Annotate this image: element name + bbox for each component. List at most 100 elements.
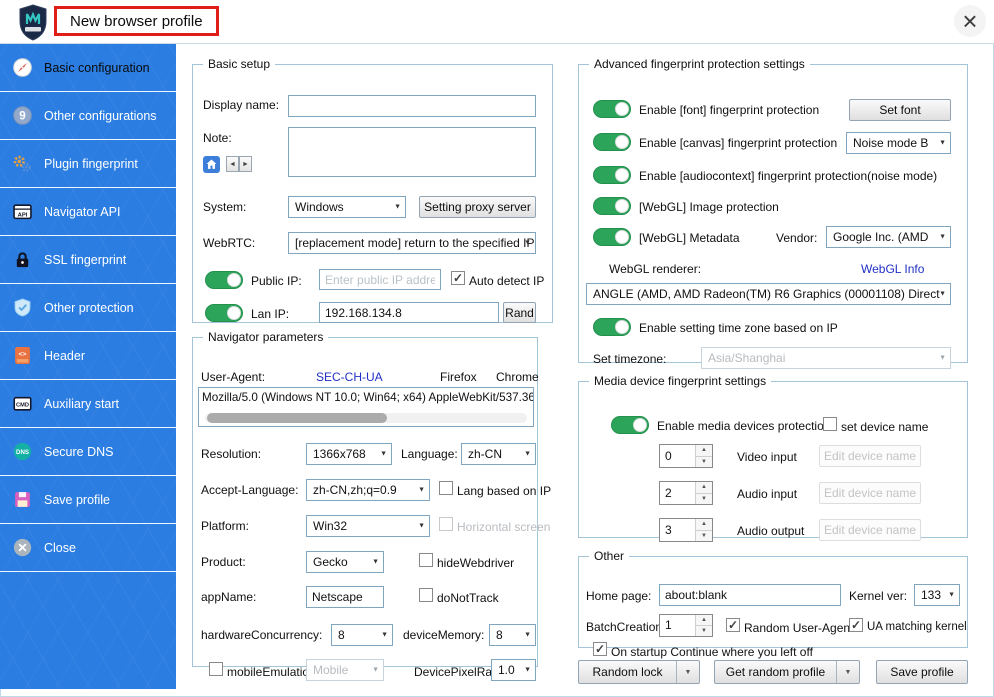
sidebar-item-secure-dns[interactable]: DNS Secure DNS [0,428,176,476]
up-arrow-icon[interactable]: ▲ [695,445,712,457]
home-icon[interactable] [203,156,220,173]
webgl-info-link[interactable]: WebGL Info [861,262,924,276]
up-arrow-icon[interactable]: ▲ [695,615,712,626]
audio-output-stepper[interactable]: 3 ▲ ▼ [659,518,713,542]
edit-device-name-label: Edit device name [823,449,917,463]
random-user-agent-checkbox[interactable]: ✓ [726,618,740,632]
scrollbar-thumb[interactable] [207,413,388,423]
down-arrow-icon[interactable]: ▼ [695,493,712,504]
get-random-profile-button[interactable]: Get random profile ▼ [714,660,860,684]
chrome-link[interactable]: Chrome [496,370,539,384]
close-button[interactable]: × [954,5,986,37]
lan-ip-toggle[interactable] [205,304,243,322]
dropdown-arrow-icon[interactable]: ▼ [676,661,699,683]
user-agent-input[interactable]: Mozilla/5.0 (Windows NT 10.0; Win64; x64… [198,387,534,427]
device-memory-select[interactable]: 8 ▼ [489,624,536,646]
sidebar-item-navigator-api[interactable]: API Navigator API [0,188,176,236]
home-page-input[interactable] [659,584,841,606]
do-not-track-checkbox[interactable] [419,588,433,602]
webgl-renderer-select[interactable]: ANGLE (AMD, AMD Radeon(TM) R6 Graphics (… [586,283,951,305]
sec-ch-ua-link[interactable]: SEC-CH-UA [316,370,383,384]
note-prev-button[interactable]: ◄ [226,156,239,172]
media-protection-toggle[interactable] [611,416,649,434]
sidebar-item-save-profile[interactable]: Save profile [0,476,176,524]
dropdown-arrow-icon: ▼ [418,522,425,530]
firefox-link[interactable]: Firefox [440,370,477,384]
down-arrow-icon[interactable]: ▼ [695,626,712,636]
note-next-button[interactable]: ► [239,156,252,172]
hardware-concurrency-select[interactable]: 8 ▼ [331,624,393,646]
save-profile-button[interactable]: Save profile [876,660,968,684]
display-name-label: Display name: [203,98,280,112]
ua-matching-kernel-label: UA matching kernel [867,621,967,633]
audio-input-stepper[interactable]: 2 ▲ ▼ [659,481,713,505]
down-arrow-icon[interactable]: ▼ [695,456,712,467]
webrtc-select[interactable]: [replacement mode] return to the specifi… [288,232,536,254]
random-lock-button[interactable]: Random lock ▼ [578,660,700,684]
lan-ip-input[interactable] [319,302,499,323]
webgl-image-toggle[interactable] [593,197,631,215]
sidebar-item-plugin-fingerprint[interactable]: Plugin fingerprint [0,140,176,188]
up-arrow-icon[interactable]: ▲ [695,519,712,531]
accept-language-select[interactable]: zh-CN,zh;q=0.9 ▼ [306,479,430,501]
product-select[interactable]: Gecko ▼ [306,551,384,573]
sidebar-item-ssl-fingerprint[interactable]: SSL fingerprint [0,236,176,284]
timezone-select: Asia/Shanghai ▼ [701,347,951,369]
sidebar-item-auxiliary-start[interactable]: CMD Auxiliary start [0,380,176,428]
note-input[interactable] [288,127,536,177]
sidebar-item-close[interactable]: Close [0,524,176,572]
set-device-name-checkbox[interactable] [823,417,837,431]
hide-webdriver-checkbox[interactable] [419,553,433,567]
rand-button[interactable]: Rand [503,302,536,323]
horizontal-scrollbar[interactable] [205,413,527,423]
check-icon: ✓ [850,618,862,632]
hardware-concurrency-label: hardwareConcurrency: [201,628,323,642]
audio-output-label: Audio output [737,524,805,538]
home-page-label: Home page: [586,589,652,603]
public-ip-toggle[interactable] [205,271,243,289]
canvas-noise-select[interactable]: Noise mode B ▼ [846,132,951,154]
batch-creation-stepper[interactable]: 1 ▲ ▼ [659,614,713,637]
sidebar-item-label: Save profile [44,492,111,507]
public-ip-input[interactable] [319,269,441,290]
audiocontext-protection-toggle[interactable] [593,166,631,184]
appname-input[interactable] [306,586,384,608]
navigator-parameters-legend: Navigator parameters [208,330,324,344]
dropdown-arrow-icon[interactable]: ▼ [836,661,859,683]
down-arrow-icon[interactable]: ▼ [695,530,712,541]
lang-based-on-ip-checkbox[interactable] [439,481,453,495]
check-icon: ✓ [594,642,606,656]
batch-creation-label: BatchCreation: [586,620,666,634]
sidebar-item-header[interactable]: <> Header [0,332,176,380]
canvas-protection-toggle[interactable] [593,133,631,151]
timezone-by-ip-toggle[interactable] [593,318,631,336]
on-startup-checkbox[interactable]: ✓ [593,642,607,656]
system-select[interactable]: Windows ▼ [288,196,406,218]
vendor-select[interactable]: Google Inc. (AMD ▼ [826,226,951,248]
sidebar-item-other-protection[interactable]: Other protection [0,284,176,332]
sidebar-item-label: Header [44,348,85,363]
kernel-ver-select[interactable]: 133 ▼ [914,584,960,606]
platform-select[interactable]: Win32 ▼ [306,515,430,537]
set-font-button[interactable]: Set font [849,99,951,121]
font-protection-toggle[interactable] [593,100,631,118]
accept-language-value: zh-CN,zh;q=0.9 [313,483,397,497]
setting-proxy-server-button[interactable]: Setting proxy server [419,196,536,218]
sidebar-item-basic-configuration[interactable]: Basic configuration [0,44,176,92]
resolution-select[interactable]: 1366x768 ▼ [306,443,392,465]
dropdown-arrow-icon: ▼ [939,354,946,362]
ua-matching-kernel-checkbox[interactable]: ✓ [849,618,863,632]
video-input-stepper[interactable]: 0 ▲ ▼ [659,444,713,468]
vendor-label: Vendor: [776,231,818,245]
sidebar-item-other-configurations[interactable]: 9 Other configurations [0,92,176,140]
device-pixel-ratio-select[interactable]: 1.0 ▼ [491,659,536,681]
up-arrow-icon[interactable]: ▲ [695,482,712,494]
edit-audio-output-device-button: Edit device name [819,519,921,541]
language-select[interactable]: zh-CN ▼ [461,443,536,465]
display-name-input[interactable] [288,95,536,117]
webgl-metadata-toggle[interactable] [593,228,631,246]
floppy-icon [13,490,32,509]
canvas-noise-value: Noise mode B [853,136,929,150]
mobile-emulation-checkbox[interactable] [209,662,223,676]
auto-detect-ip-checkbox[interactable]: ✓ [451,271,465,285]
